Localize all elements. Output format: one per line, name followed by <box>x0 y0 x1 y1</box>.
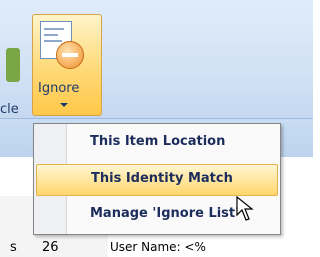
background-text: s <box>10 240 17 255</box>
menu-item-label: Manage 'Ignore List' <box>90 206 240 221</box>
menu-item-label: This Identity Match <box>91 171 233 186</box>
recycle-icon <box>6 48 20 82</box>
user-name-text: User Name: <% <box>110 240 206 254</box>
background-count: 26 <box>42 240 59 255</box>
ignore-minus-icon <box>56 41 84 69</box>
menu-item-label: This Item Location <box>90 134 226 149</box>
chevron-down-icon <box>60 103 68 107</box>
previous-ribbon-button[interactable]: cle <box>0 20 32 117</box>
previous-ribbon-button-label: cle <box>0 102 19 117</box>
ignore-button[interactable]: Ignore <box>32 14 102 116</box>
ignore-button-label: Ignore <box>38 81 80 96</box>
menu-item-this-item-location[interactable]: This Item Location <box>36 128 276 158</box>
mouse-cursor-icon <box>236 196 254 221</box>
menu-item-this-identity-match[interactable]: This Identity Match <box>36 164 278 196</box>
